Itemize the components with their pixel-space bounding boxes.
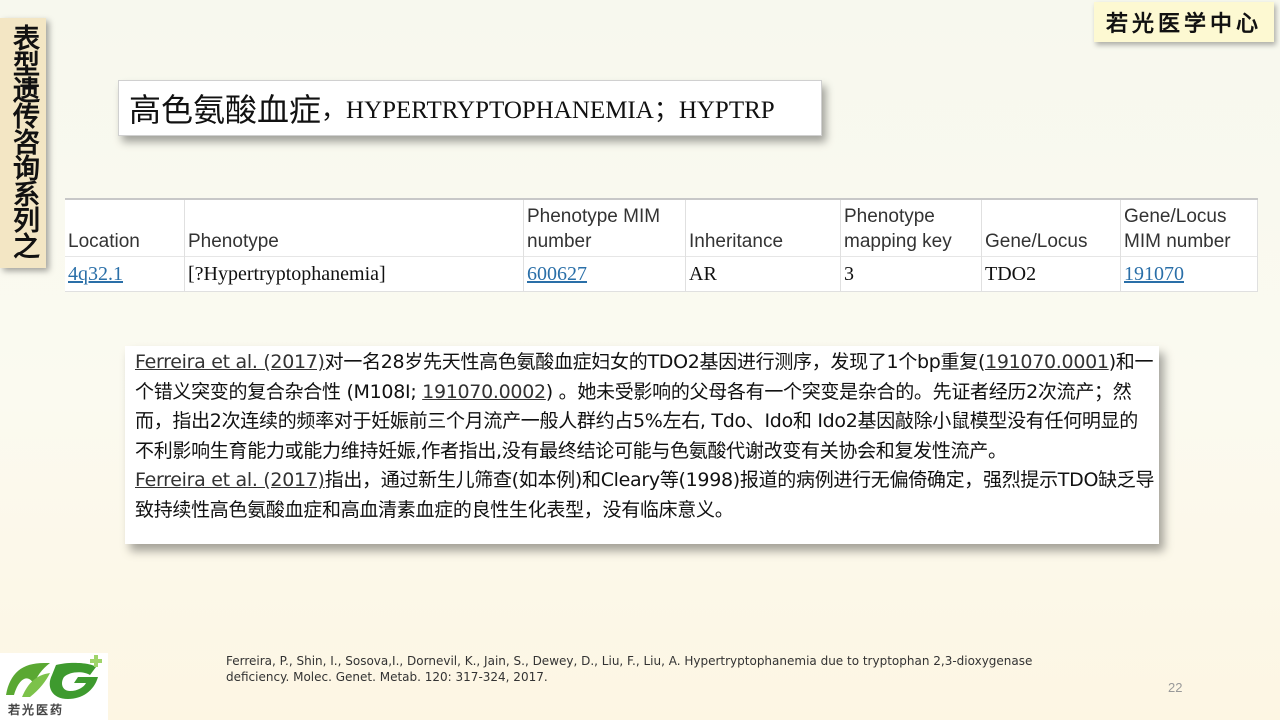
col-header-inheritance: Inheritance (685, 198, 841, 257)
col-header-mapping-key: Phenotype mapping key (840, 198, 982, 257)
slide-title: 高色氨酸血症 ，HYPERTRYPTOPHANEMIA；HYPTRP (118, 80, 822, 136)
summary-paragraph-1: Ferreira et al. (2017)对一名28岁先天性高色氨酸血症妇女的… (125, 346, 1159, 466)
cell-inheritance: AR (685, 256, 841, 292)
brand-badge: 若光医学中心 (1094, 2, 1274, 42)
logo-caption: 若光医药 (8, 703, 65, 717)
col-header-phenotype: Phenotype (184, 198, 524, 257)
col-header-phenotype-mim: Phenotype MIM number (523, 198, 686, 257)
cell-phenotype-mim: 600627 (523, 256, 686, 292)
col-header-gene-locus: Gene/Locus (981, 198, 1121, 257)
gene-mim-link[interactable]: 191070 (1124, 263, 1184, 285)
location-link[interactable]: 4q32.1 (68, 263, 123, 285)
cell-location: 4q32.1 (65, 256, 185, 292)
title-chinese: 高色氨酸血症 (129, 91, 322, 129)
phenotype-gene-table: Location Phenotype Phenotype MIM number … (65, 198, 1258, 292)
variant-link[interactable]: 191070.0002 (422, 381, 546, 403)
reference-link[interactable]: Ferreira et al. (2017) (135, 469, 325, 491)
phenotype-mim-link[interactable]: 600627 (527, 263, 587, 285)
cell-gene-mim: 191070 (1120, 256, 1258, 292)
cell-mapping-key: 3 (840, 256, 982, 292)
text-span: 对一名28岁先天性高色氨酸血症妇女的TDO2基因进行测序，发现了1个bp重复( (324, 351, 986, 373)
table-header-row: Location Phenotype Phenotype MIM number … (65, 198, 1258, 257)
title-english: ，HYPERTRYPTOPHANEMIA；HYPTRP (321, 97, 775, 124)
cell-gene-locus: TDO2 (981, 256, 1121, 292)
variant-link[interactable]: 191070.0001 (985, 351, 1109, 373)
rg-logo-icon (6, 655, 102, 699)
series-banner-text: 表型遗传咨询系列之 (8, 24, 39, 258)
cell-phenotype: [?Hypertryptophanemia] (184, 256, 524, 292)
table-row: 4q32.1 [?Hypertryptophanemia] 600627 AR … (65, 256, 1258, 292)
summary-paragraph-2: Ferreira et al. (2017)指出，通过新生儿筛查(如本例)和Cl… (125, 466, 1159, 525)
reference-link[interactable]: Ferreira et al. (2017) (135, 351, 325, 373)
series-banner: 表型遗传咨询系列之 (0, 18, 46, 268)
col-header-location: Location (65, 198, 185, 257)
citation: Ferreira, P., Shin, I., Sosova,I., Dorne… (226, 654, 1033, 684)
page-number: 22 (1168, 680, 1183, 695)
summary-text-box: Ferreira et al. (2017)对一名28岁先天性高色氨酸血症妇女的… (125, 346, 1159, 544)
col-header-gene-mim: Gene/Locus MIM number (1120, 198, 1258, 257)
brand-text: 若光医学中心 (1105, 11, 1262, 37)
company-logo: 若光医药 (0, 653, 108, 720)
